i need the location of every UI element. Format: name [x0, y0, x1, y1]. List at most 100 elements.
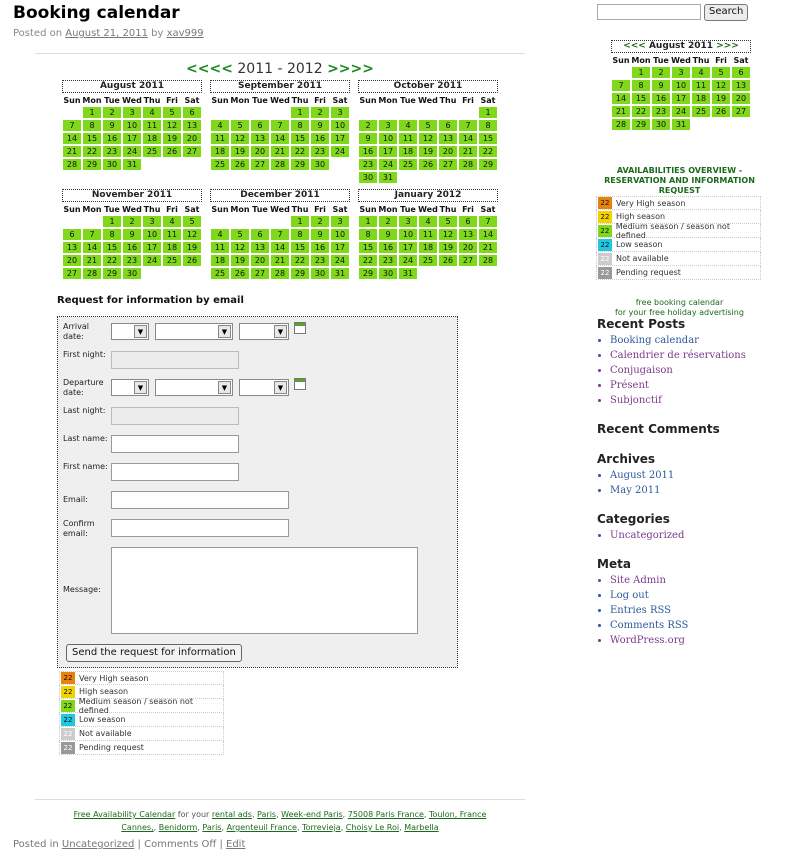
day-cell[interactable]: 30: [359, 172, 377, 183]
day-cell[interactable]: 9: [123, 229, 141, 240]
day-cell[interactable]: 4: [399, 120, 417, 131]
day-cell[interactable]: 11: [143, 120, 161, 131]
day-cell[interactable]: 4: [419, 216, 437, 227]
day-cell[interactable]: 17: [143, 242, 161, 253]
day-cell[interactable]: 2: [311, 216, 329, 227]
arrival-year-select[interactable]: ▼: [239, 323, 289, 340]
day-cell[interactable]: 30: [123, 268, 141, 279]
day-cell[interactable]: 21: [63, 146, 81, 157]
day-cell[interactable]: 27: [439, 159, 457, 170]
day-cell[interactable]: 15: [103, 242, 121, 253]
day-cell[interactable]: 10: [672, 80, 690, 91]
day-cell[interactable]: 7: [612, 80, 630, 91]
recent-post-link[interactable]: Présent: [610, 378, 777, 393]
arrival-day-select[interactable]: ▼: [111, 323, 149, 340]
day-cell[interactable]: 12: [231, 242, 249, 253]
day-cell[interactable]: 18: [211, 255, 229, 266]
first-name-input[interactable]: [111, 463, 239, 481]
day-cell[interactable]: 29: [291, 159, 309, 170]
day-cell[interactable]: 8: [479, 120, 497, 131]
day-cell[interactable]: 28: [479, 255, 497, 266]
day-cell[interactable]: 6: [439, 120, 457, 131]
day-cell[interactable]: 15: [479, 133, 497, 144]
day-cell[interactable]: 3: [379, 120, 397, 131]
day-cell[interactable]: 28: [271, 159, 289, 170]
day-cell[interactable]: 19: [712, 93, 730, 104]
day-cell[interactable]: 12: [439, 229, 457, 240]
day-cell[interactable]: 24: [379, 159, 397, 170]
day-cell[interactable]: 12: [712, 80, 730, 91]
day-cell[interactable]: 25: [143, 146, 161, 157]
day-cell[interactable]: 5: [419, 120, 437, 131]
day-cell[interactable]: 29: [103, 268, 121, 279]
day-cell[interactable]: 20: [63, 255, 81, 266]
search-button[interactable]: Search: [704, 4, 749, 21]
day-cell[interactable]: 17: [123, 133, 141, 144]
day-cell[interactable]: 20: [183, 133, 201, 144]
day-cell[interactable]: 16: [123, 242, 141, 253]
day-cell[interactable]: 18: [419, 242, 437, 253]
last-name-input[interactable]: [111, 435, 239, 453]
departure-year-select[interactable]: ▼: [239, 379, 289, 396]
day-cell[interactable]: 28: [459, 159, 477, 170]
day-cell[interactable]: 24: [331, 255, 349, 266]
footer-link[interactable]: Toulon, France: [429, 810, 486, 819]
day-cell[interactable]: 9: [311, 120, 329, 131]
recent-post-link[interactable]: Calendrier de réservations: [610, 348, 777, 363]
day-cell[interactable]: 29: [359, 268, 377, 279]
day-cell[interactable]: 13: [183, 120, 201, 131]
footer-link[interactable]: Cannes,: [121, 823, 153, 832]
message-textarea[interactable]: [111, 547, 418, 634]
day-cell[interactable]: 3: [399, 216, 417, 227]
day-cell[interactable]: 15: [83, 133, 101, 144]
day-cell[interactable]: 25: [211, 268, 229, 279]
day-cell[interactable]: 23: [311, 255, 329, 266]
day-cell[interactable]: 19: [231, 255, 249, 266]
footer-link[interactable]: Torrevieja: [302, 823, 341, 832]
day-cell[interactable]: 10: [143, 229, 161, 240]
day-cell[interactable]: 1: [632, 67, 650, 78]
prev-year-link[interactable]: <<<<: [186, 61, 233, 77]
day-cell[interactable]: 19: [163, 133, 181, 144]
day-cell[interactable]: 19: [183, 242, 201, 253]
departure-month-select[interactable]: ▼: [155, 379, 233, 396]
day-cell[interactable]: 6: [732, 67, 750, 78]
day-cell[interactable]: 8: [632, 80, 650, 91]
day-cell[interactable]: 28: [271, 268, 289, 279]
day-cell[interactable]: 15: [632, 93, 650, 104]
day-cell[interactable]: 5: [231, 229, 249, 240]
day-cell[interactable]: 15: [291, 242, 309, 253]
day-cell[interactable]: 1: [291, 216, 309, 227]
departure-day-select[interactable]: ▼: [111, 379, 149, 396]
day-cell[interactable]: 3: [331, 107, 349, 118]
day-cell[interactable]: 16: [311, 133, 329, 144]
day-cell[interactable]: 8: [291, 229, 309, 240]
day-cell[interactable]: 6: [251, 120, 269, 131]
day-cell[interactable]: 18: [143, 133, 161, 144]
day-cell[interactable]: 20: [251, 255, 269, 266]
day-cell[interactable]: 31: [123, 159, 141, 170]
day-cell[interactable]: 9: [103, 120, 121, 131]
day-cell[interactable]: 13: [439, 133, 457, 144]
day-cell[interactable]: 24: [123, 146, 141, 157]
next-year-link[interactable]: >>>>: [327, 61, 374, 77]
day-cell[interactable]: 8: [103, 229, 121, 240]
day-cell[interactable]: 27: [459, 255, 477, 266]
day-cell[interactable]: 3: [672, 67, 690, 78]
email-input[interactable]: [111, 491, 289, 509]
category-link[interactable]: Uncategorized: [610, 528, 777, 543]
footer-link[interactable]: Paris: [257, 810, 276, 819]
footer-link[interactable]: Paris: [202, 823, 221, 832]
day-cell[interactable]: 1: [83, 107, 101, 118]
footer-link[interactable]: Marbella: [404, 823, 438, 832]
day-cell[interactable]: 14: [271, 242, 289, 253]
footer-link[interactable]: Week-end Paris: [281, 810, 342, 819]
day-cell[interactable]: 6: [63, 229, 81, 240]
day-cell[interactable]: 2: [359, 120, 377, 131]
day-cell[interactable]: 27: [251, 159, 269, 170]
day-cell[interactable]: 1: [103, 216, 121, 227]
day-cell[interactable]: 24: [143, 255, 161, 266]
day-cell[interactable]: 6: [459, 216, 477, 227]
day-cell[interactable]: 21: [83, 255, 101, 266]
day-cell[interactable]: 8: [291, 120, 309, 131]
